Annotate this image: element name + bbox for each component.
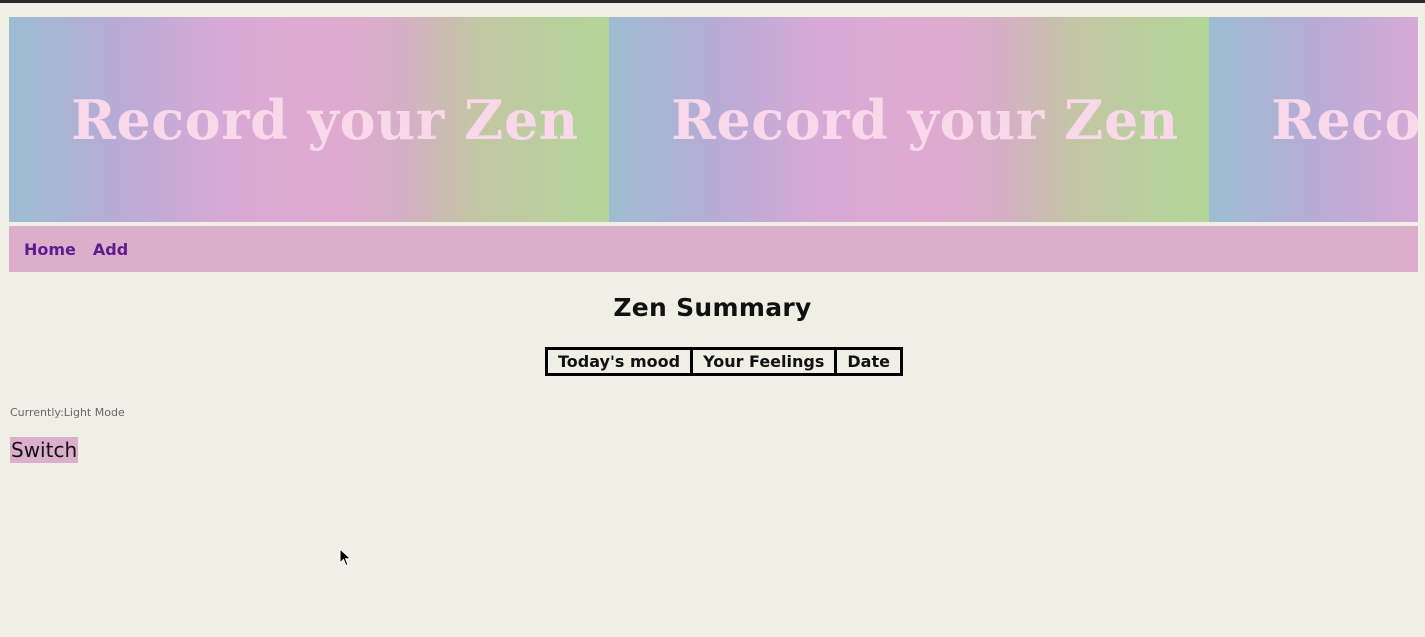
column-header-feelings: Your Feelings (690, 347, 838, 376)
theme-mode-label: Currently:Light Mode (10, 406, 125, 419)
window-top-edge (0, 0, 1425, 3)
column-header-mood: Today's mood (544, 347, 694, 376)
banner: Record your Zen Record your Zen Record y… (9, 17, 1418, 222)
banner-text: Record your Zen (1271, 87, 1418, 152)
page-title: Zen Summary (613, 293, 812, 322)
zen-summary-table: Today's mood Your Feelings Date (544, 347, 903, 376)
banner-tile: Record your Zen (1209, 17, 1418, 222)
theme-switch-button[interactable]: Switch (10, 437, 79, 463)
banner-tile: Record your Zen (609, 17, 1209, 222)
table-header-row: Today's mood Your Feelings Date (544, 347, 903, 376)
navbar: Home Add (9, 226, 1418, 272)
banner-text: Record your Zen (71, 87, 579, 152)
banner-text: Record your Zen (671, 87, 1179, 152)
mouse-pointer-icon (339, 548, 352, 567)
column-header-date: Date (834, 347, 903, 376)
nav-link-add[interactable]: Add (93, 240, 128, 259)
banner-tile: Record your Zen (9, 17, 609, 222)
nav-link-home[interactable]: Home (24, 240, 76, 259)
